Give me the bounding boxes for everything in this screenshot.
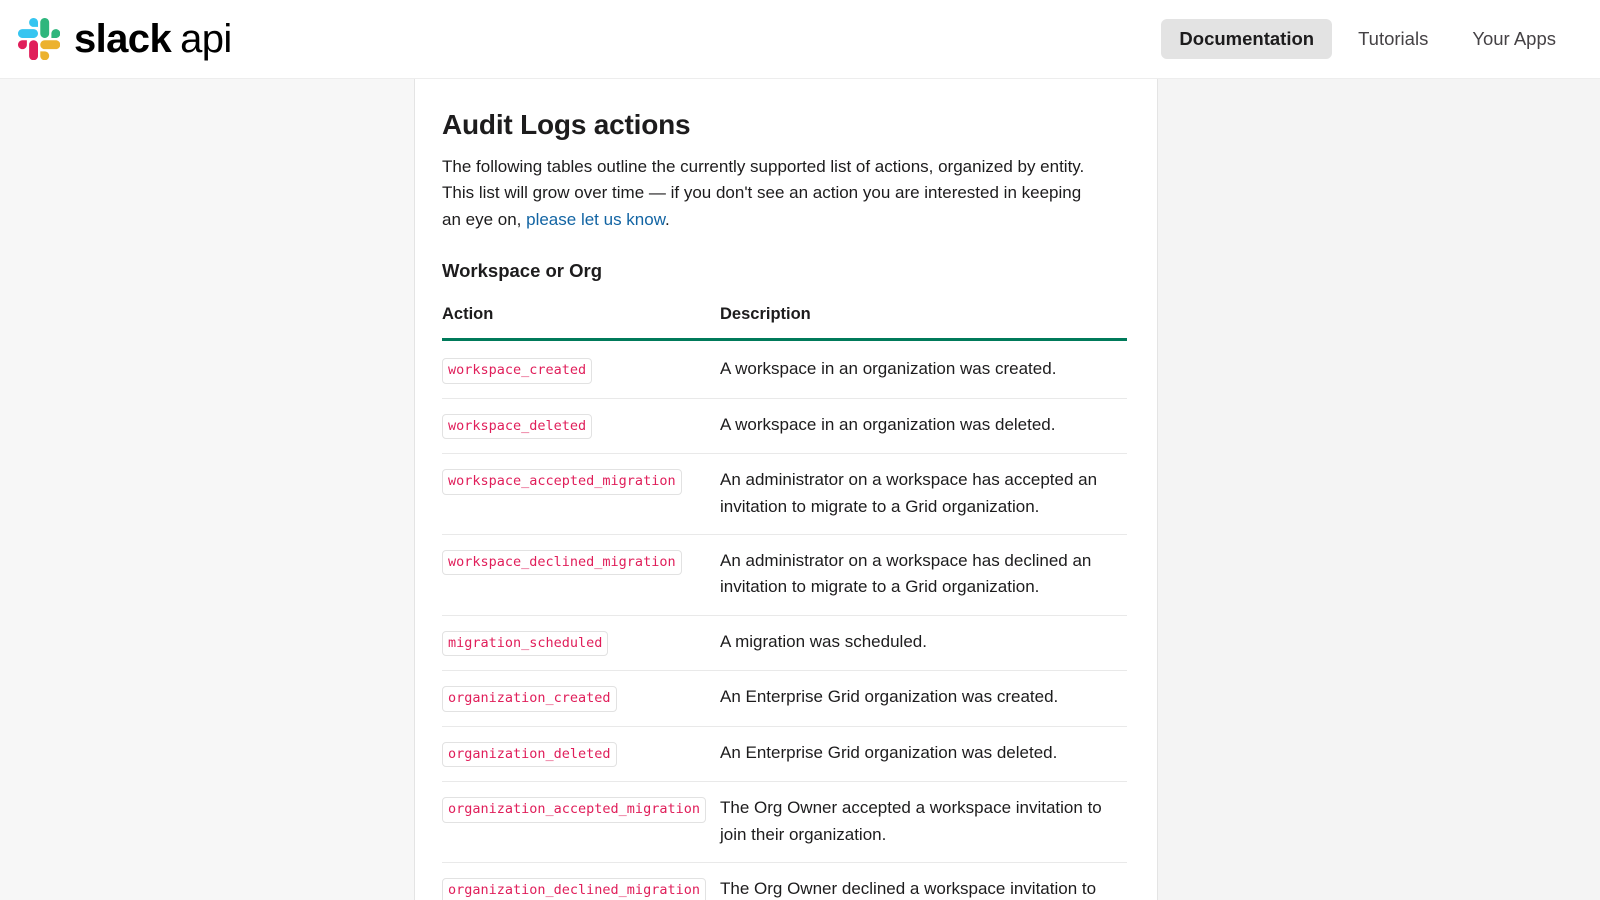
action-cell: organization_accepted_migration: [442, 781, 720, 863]
table-row: organization_declined_migration The Org …: [442, 862, 1127, 900]
intro-text-part2: .: [665, 209, 670, 229]
description-cell: An administrator on a workspace has acce…: [720, 453, 1127, 535]
action-cell: workspace_accepted_migration: [442, 453, 720, 535]
action-cell: workspace_deleted: [442, 398, 720, 455]
action-cell: migration_scheduled: [442, 615, 720, 672]
table-row: organization_accepted_migration The Org …: [442, 781, 1127, 863]
description-cell: An Enterprise Grid organization was dele…: [720, 726, 1127, 783]
let-us-know-link[interactable]: please let us know: [526, 210, 665, 229]
intro-paragraph: The following tables outline the current…: [442, 154, 1102, 233]
table-row: organization_deleted An Enterprise Grid …: [442, 726, 1127, 783]
action-cell: workspace_declined_migration: [442, 534, 720, 616]
action-code-token: workspace_accepted_migration: [442, 469, 682, 495]
action-cell: organization_created: [442, 670, 720, 727]
brand-word-slack: slack: [74, 17, 172, 61]
table-row: workspace_created A workspace in an orga…: [442, 339, 1127, 399]
action-cell: organization_declined_migration: [442, 862, 720, 900]
left-sidebar-rail: [0, 79, 415, 900]
table-row: migration_scheduled A migration was sche…: [442, 615, 1127, 672]
slack-logo-icon: [18, 18, 60, 60]
nav-item-documentation[interactable]: Documentation: [1161, 18, 1333, 60]
action-code-token: workspace_deleted: [442, 413, 593, 440]
table-row: workspace_declined_migration An administ…: [442, 534, 1127, 616]
table-row: organization_created An Enterprise Grid …: [442, 670, 1127, 727]
table-header: Action Description: [442, 305, 1127, 342]
action-cell: workspace_created: [442, 339, 720, 399]
table-header-row: Action Description: [442, 305, 1127, 342]
description-cell: A migration was scheduled.: [720, 615, 1127, 672]
main-content: Audit Logs actions The following tables …: [415, 79, 1158, 900]
right-sidebar-rail: [1158, 79, 1600, 900]
nav-item-your-apps[interactable]: Your Apps: [1454, 19, 1574, 59]
primary-navigation: Documentation Tutorials Your Apps: [1161, 18, 1574, 60]
brand-wordmark: slack api: [74, 19, 232, 59]
action-code-token: organization_declined_migration: [442, 877, 706, 900]
action-code-token: migration_scheduled: [442, 630, 609, 657]
action-cell: organization_deleted: [442, 726, 720, 783]
description-cell: An Enterprise Grid organization was crea…: [720, 670, 1127, 727]
action-code-token: organization_created: [442, 686, 617, 712]
description-cell: An administrator on a workspace has decl…: [720, 534, 1127, 616]
page-shell: Audit Logs actions The following tables …: [0, 79, 1600, 900]
action-code-token: organization_deleted: [442, 741, 617, 768]
slack-api-brand-link[interactable]: slack api: [18, 18, 232, 60]
audit-log-actions-table: Action Description workspace_created A w…: [442, 305, 1127, 900]
page-title: Audit Logs actions: [442, 109, 691, 140]
description-cell: The Org Owner accepted a workspace invit…: [720, 781, 1127, 863]
column-header-action: Action: [442, 305, 720, 342]
nav-item-tutorials[interactable]: Tutorials: [1340, 19, 1446, 59]
action-code-token: workspace_created: [442, 358, 593, 384]
table-row: workspace_accepted_migration An administ…: [442, 453, 1127, 535]
table-row: workspace_deleted A workspace in an orga…: [442, 398, 1127, 455]
description-cell: A workspace in an organization was delet…: [720, 398, 1127, 455]
action-code-token: organization_accepted_migration: [442, 797, 706, 823]
section-title-workspace-or-org: Workspace or Org: [442, 260, 603, 282]
description-cell: A workspace in an organization was creat…: [720, 339, 1127, 399]
site-header: slack api Documentation Tutorials Your Ap…: [0, 0, 1600, 79]
column-header-description: Description: [720, 305, 1127, 342]
action-code-token: workspace_declined_migration: [442, 549, 682, 576]
table-body: workspace_created A workspace in an orga…: [442, 339, 1127, 900]
description-cell: The Org Owner declined a workspace invit…: [720, 862, 1127, 900]
brand-word-api: api: [180, 17, 232, 61]
